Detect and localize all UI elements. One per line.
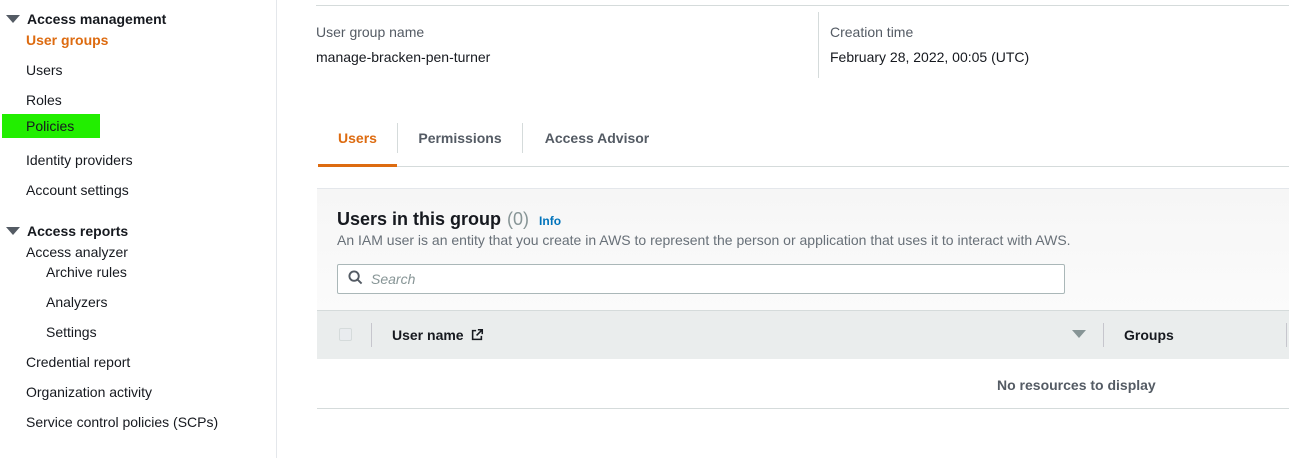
caret-down-icon: [6, 227, 20, 235]
access-reports-heading: Access reports: [27, 223, 129, 239]
search-icon: [348, 270, 363, 288]
search-input[interactable]: [371, 271, 1051, 287]
column-divider: [1103, 323, 1104, 347]
column-user-name[interactable]: User name: [392, 327, 484, 343]
access-reports-toggle[interactable]: Access reports: [6, 223, 128, 239]
sidebar-item-organization-activity[interactable]: Organization activity: [26, 384, 152, 400]
empty-state-message: No resources to display: [997, 377, 1156, 393]
access-management-heading: Access management: [27, 11, 167, 27]
sidebar-item-analyzer-settings[interactable]: Settings: [46, 324, 97, 340]
search-box: [337, 264, 1065, 294]
users-in-group-panel: Users in this group (0) Info An IAM user…: [317, 188, 1289, 409]
group-name-label: User group name: [316, 24, 425, 40]
sidebar-item-user-groups[interactable]: User groups: [26, 32, 108, 48]
sidebar-item-archive-rules[interactable]: Archive rules: [46, 264, 127, 280]
summary-top-border: [316, 5, 1289, 6]
sidebar-item-users[interactable]: Users: [26, 62, 63, 78]
table-header: User name Groups: [317, 310, 1289, 359]
info-link[interactable]: Info: [539, 214, 561, 228]
creation-time-value: February 28, 2022, 00:05 (UTC): [830, 49, 1030, 65]
panel-header: Users in this group (0) Info An IAM user…: [317, 189, 1289, 310]
column-user-name-label: User name: [392, 327, 464, 343]
external-link-icon: [470, 328, 484, 342]
sidebar-item-policies[interactable]: Policies: [2, 114, 101, 138]
access-management-toggle[interactable]: Access management: [6, 11, 166, 27]
column-divider: [371, 323, 372, 347]
caret-down-icon: [6, 15, 20, 23]
panel-title-row: Users in this group (0) Info: [337, 209, 561, 230]
sidebar-item-analyzers[interactable]: Analyzers: [46, 294, 107, 310]
column-groups[interactable]: Groups: [1124, 327, 1174, 343]
sidebar-item-identity-providers[interactable]: Identity providers: [26, 152, 133, 168]
column-groups-label: Groups: [1124, 327, 1174, 343]
tab-permissions[interactable]: Permissions: [398, 121, 522, 167]
group-name-value: manage-bracken-pen-turner: [316, 49, 491, 65]
tab-access-advisor[interactable]: Access Advisor: [523, 121, 671, 167]
main-content: User group name manage-bracken-pen-turne…: [277, 0, 1289, 458]
creation-time-label: Creation time: [830, 24, 914, 40]
sidebar-item-account-settings[interactable]: Account settings: [26, 182, 129, 198]
sidebar-item-access-analyzer[interactable]: Access analyzer: [26, 244, 128, 260]
sidebar-item-credential-report[interactable]: Credential report: [26, 354, 130, 370]
tab-bar: Users Permissions Access Advisor: [318, 121, 1289, 167]
tab-users[interactable]: Users: [318, 121, 397, 167]
sort-caret-icon[interactable]: [1072, 330, 1086, 338]
panel-title: Users in this group: [337, 209, 502, 229]
sidebar-item-roles[interactable]: Roles: [26, 92, 62, 108]
sidebar-item-scps[interactable]: Service control policies (SCPs): [26, 414, 218, 430]
column-divider: [1286, 323, 1287, 347]
panel-description: An IAM user is an entity that you create…: [337, 232, 1071, 248]
select-all-checkbox[interactable]: [339, 328, 352, 341]
summary-divider: [818, 12, 819, 78]
sidebar-nav: Access management User groups Users Role…: [0, 0, 277, 458]
user-count: (0): [507, 209, 530, 229]
